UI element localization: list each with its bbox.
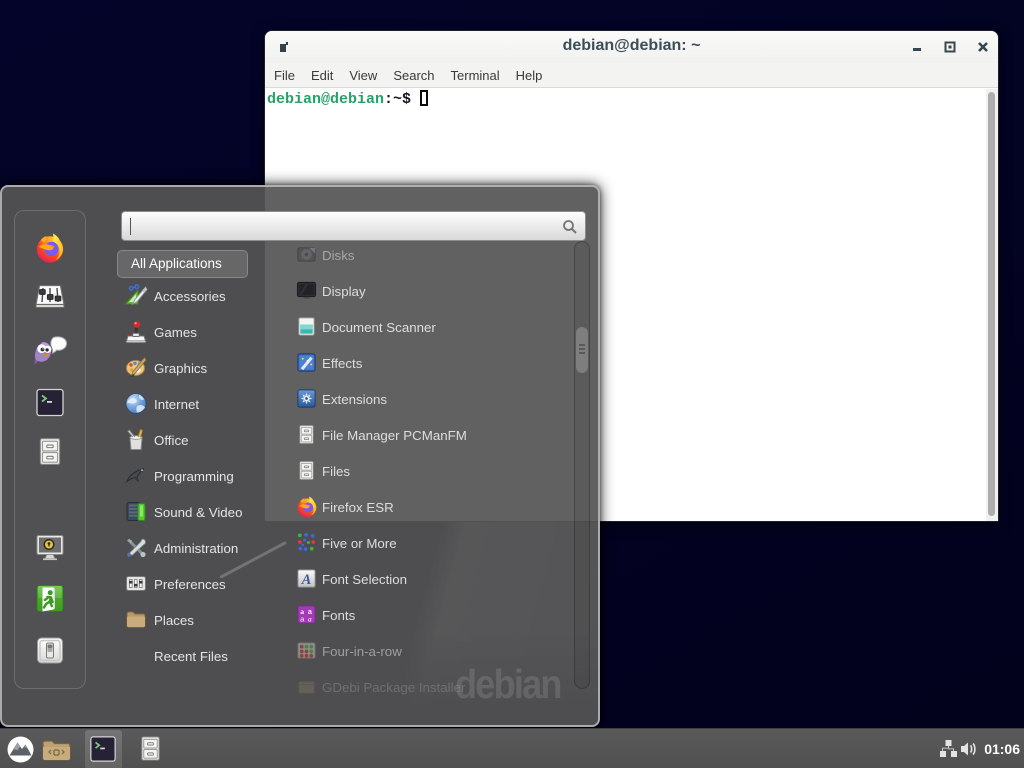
svg-text:a: a [308, 615, 312, 624]
svg-text:A: A [301, 572, 312, 588]
svg-text:a: a [300, 615, 305, 624]
